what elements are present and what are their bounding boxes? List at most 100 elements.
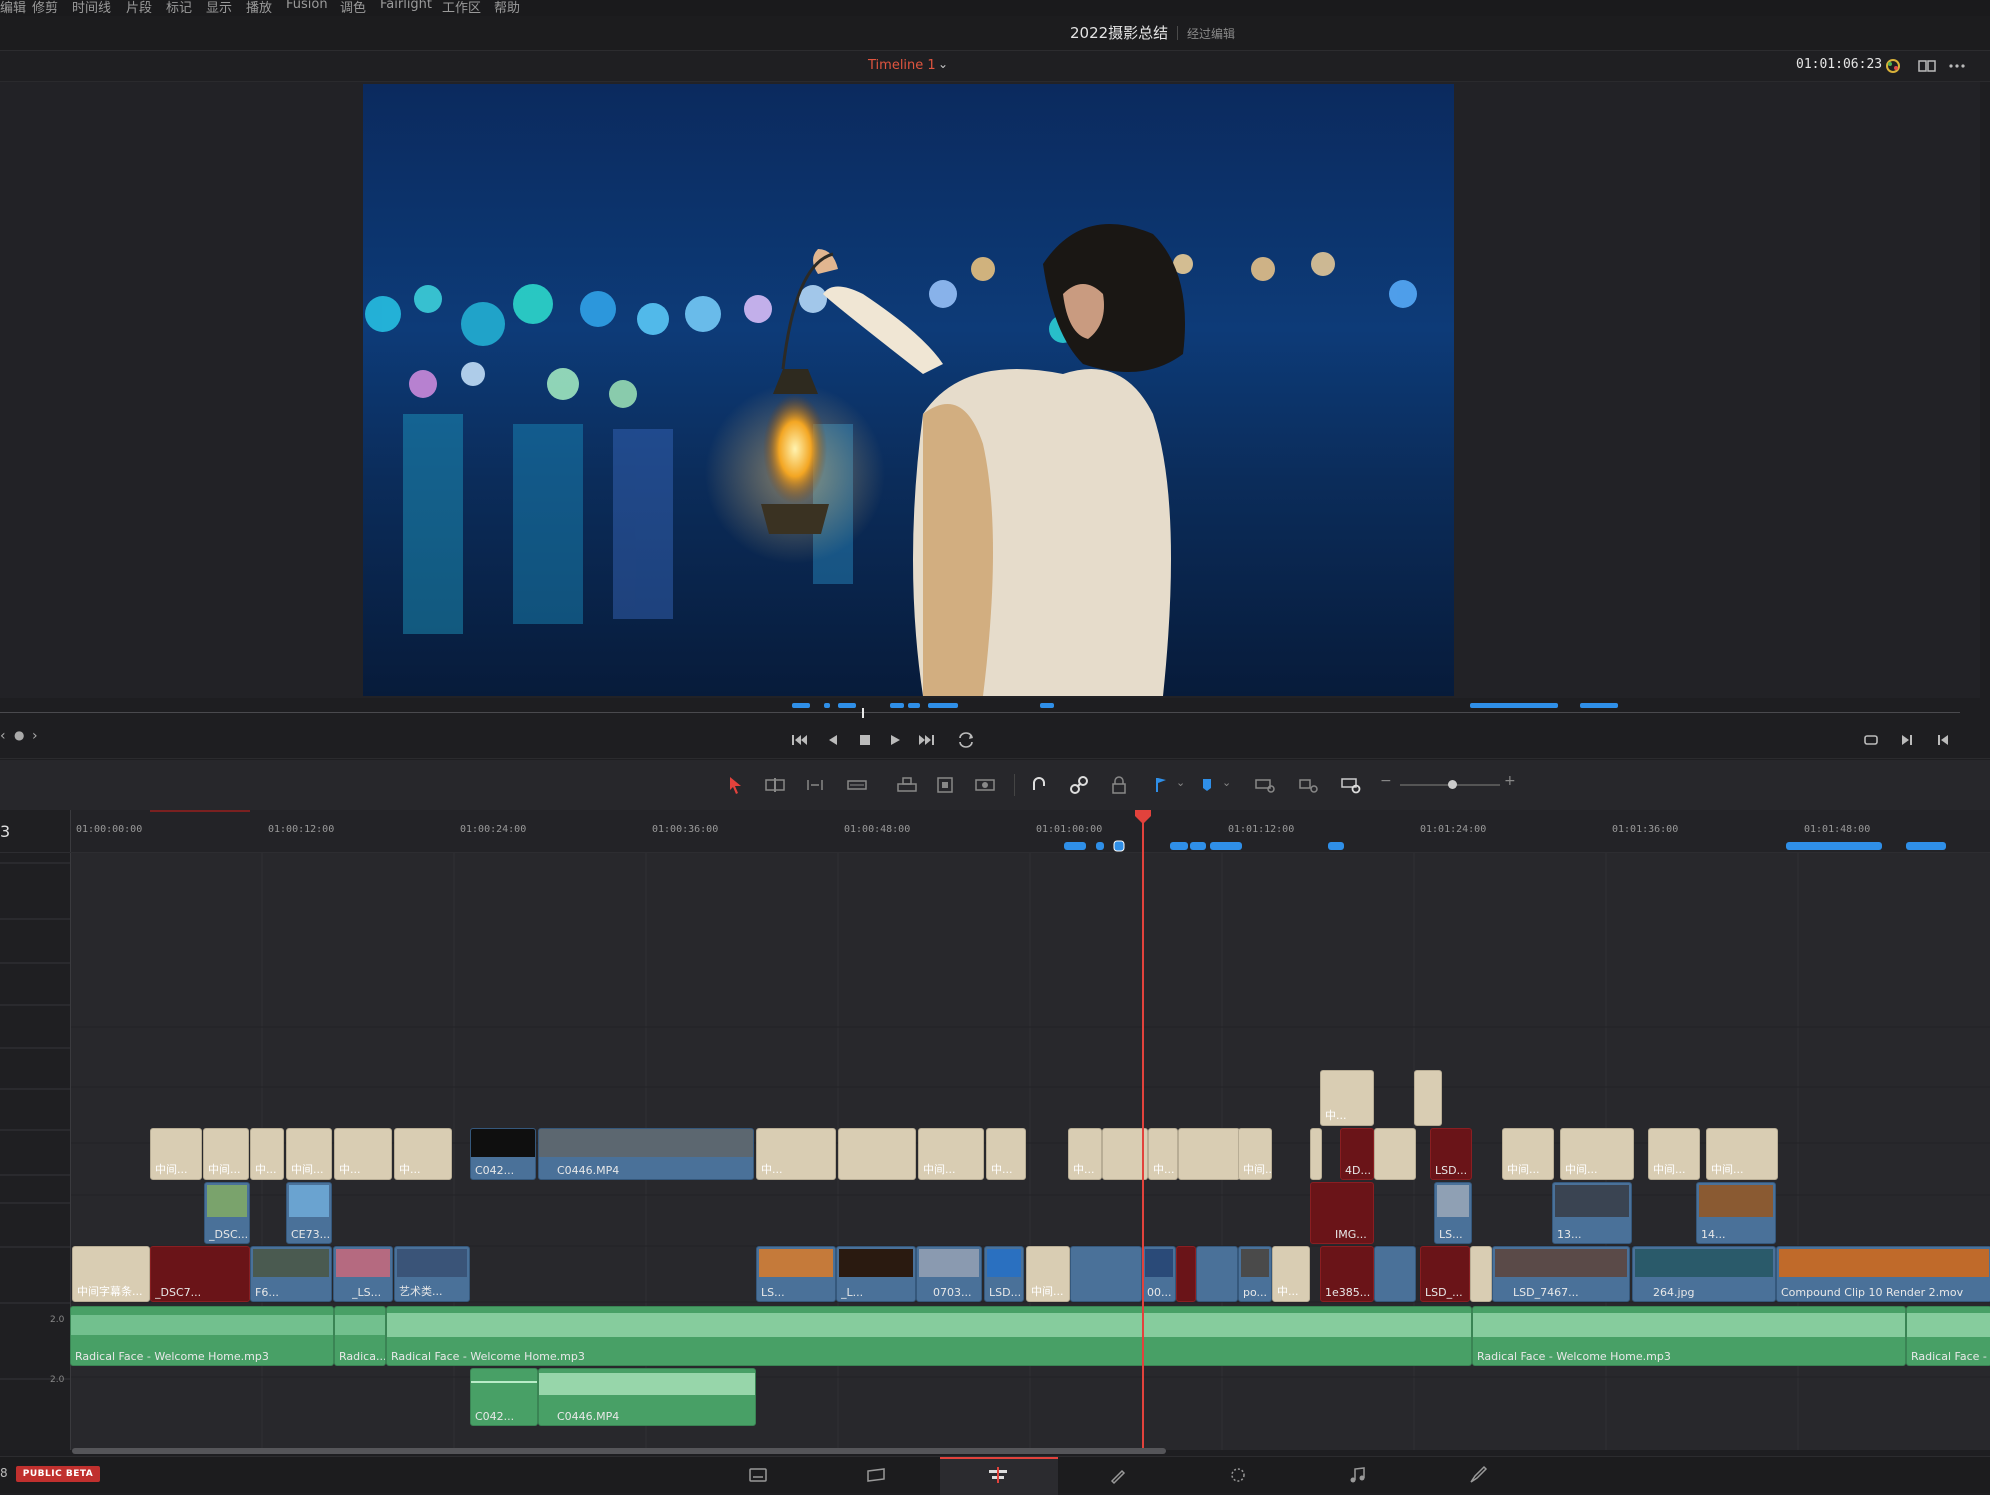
timeline-clip[interactable]: F6... [250,1246,332,1302]
timeline-clip[interactable] [1070,1246,1142,1302]
timeline-clip[interactable]: Compound Clip 10 Render 2.mov [1776,1246,1990,1302]
timeline-clip[interactable]: 中... [756,1128,836,1180]
timeline-clip[interactable] [1374,1128,1416,1180]
play-icon[interactable] [884,729,906,751]
chevron-down-icon[interactable]: ⌄ [938,57,948,71]
zoom-detail-icon[interactable] [1298,774,1320,796]
timeline-clip[interactable]: 0703... [916,1246,982,1302]
timeline-clip[interactable]: 中... [250,1128,284,1180]
timeline-selector[interactable]: Timeline 1 [868,58,936,73]
timeline-clip[interactable] [838,1128,916,1180]
menu-item-playback[interactable]: 播放 [246,0,272,16]
timeline-clip[interactable]: LSD... [984,1246,1024,1302]
timeline-clip[interactable] [1414,1070,1442,1126]
link-icon[interactable] [1068,774,1090,796]
timeline-clip[interactable]: 中... [1148,1128,1178,1180]
timeline-clip[interactable]: 中... [986,1128,1026,1180]
menu-item-clip[interactable]: 片段 [126,0,152,16]
snap-icon[interactable] [1028,774,1050,796]
timeline-clip[interactable]: 中间... [918,1128,984,1180]
flag-dropdown-chevron-icon[interactable]: ⌄ [1176,776,1185,789]
timeline-clip[interactable]: _DSC7... [150,1246,250,1302]
timeline-clip[interactable]: LSD_... [1420,1246,1470,1302]
timeline-clip[interactable]: LSD_7467... [1492,1246,1630,1302]
timeline-clip[interactable]: 中... [1068,1128,1102,1180]
menu-item-fairlight[interactable]: Fairlight [380,0,432,12]
timeline-clip[interactable]: 艺术类... [394,1246,470,1302]
menu-item-timeline[interactable]: 时间线 [72,0,111,16]
media-page-icon[interactable] [746,1463,770,1487]
color-page-icon[interactable] [1226,1463,1250,1487]
timeline-ruler[interactable]: 3 01:00:00:00 01:00:12:00 01:00:24:00 01… [0,810,1990,853]
menu-item-color[interactable]: 调色 [340,0,366,16]
viewer-frame[interactable] [363,84,1454,696]
menu-item-trim[interactable]: 修剪 [32,0,58,16]
audio-clip[interactable]: C0446.MP4 [538,1368,756,1426]
dual-viewer-icon[interactable] [1916,55,1938,77]
menu-item-fusion[interactable]: Fusion [286,0,328,12]
dynamic-trim-icon[interactable] [804,774,826,796]
audio-clip[interactable]: Radica... [334,1306,386,1366]
zoom-custom-icon[interactable] [1340,774,1362,796]
flag-icon[interactable] [1150,774,1172,796]
match-frame-icon[interactable] [1860,729,1882,751]
next-clip-small-icon[interactable]: › [32,728,38,744]
timeline-clip[interactable] [1196,1246,1238,1302]
timeline-clip[interactable]: 中间... [286,1128,332,1180]
timeline-clip[interactable] [1374,1246,1416,1302]
cut-page-icon[interactable] [864,1463,888,1487]
play-reverse-icon[interactable] [822,729,844,751]
zoom-full-icon[interactable] [1254,774,1276,796]
timeline-clip[interactable]: 264.jpg [1632,1246,1776,1302]
menu-item-workspace[interactable]: 工作区 [442,0,481,16]
timeline-clip[interactable]: 中间... [1648,1128,1700,1180]
zoom-in-icon[interactable]: + [1504,773,1516,789]
trim-icon[interactable] [764,774,786,796]
timeline-clip[interactable]: LS... [756,1246,836,1302]
audio-clip[interactable]: Radical Face - Welcome Home.mp3 [70,1306,334,1366]
timeline-clip[interactable] [1176,1246,1196,1302]
timeline-clip[interactable]: 中间... [150,1128,202,1180]
timeline-clip[interactable]: CE73... [286,1182,332,1244]
menu-item-edit[interactable]: 编辑 [0,0,26,16]
timeline-horizontal-scrollbar[interactable] [72,1448,1166,1454]
timeline-clip[interactable]: 中... [1272,1246,1310,1302]
timeline-clip[interactable]: IMG... [1310,1182,1374,1244]
timeline-clip[interactable] [1178,1128,1240,1180]
overwrite-icon[interactable] [934,774,956,796]
timeline-clip[interactable]: 中间... [203,1128,249,1180]
audio-clip[interactable]: Radical Face - Welcome Home.mp3 [386,1306,1472,1366]
playhead[interactable] [1142,812,1144,1449]
timeline-clip[interactable]: 中间... [1238,1128,1272,1180]
timeline-clip[interactable]: 中间... [1706,1128,1778,1180]
audio-clip[interactable]: C042... [470,1368,538,1426]
fusion-page-icon[interactable] [1106,1463,1130,1487]
timeline-clip[interactable]: 中间字幕条... [72,1246,150,1302]
audio-clip[interactable]: Radical Face - W [1906,1306,1990,1366]
timeline-clip[interactable]: 1e385... [1320,1246,1374,1302]
timeline-clip[interactable]: 中... [394,1128,452,1180]
replace-icon[interactable] [974,774,996,796]
menu-item-view[interactable]: 显示 [206,0,232,16]
zoom-slider-handle[interactable] [1448,780,1457,789]
timeline-clip[interactable]: 中间... [1026,1246,1070,1302]
timeline-clip[interactable]: _L... [836,1246,916,1302]
next-edit-icon[interactable] [1896,729,1918,751]
marker-dropdown-chevron-icon[interactable]: ⌄ [1222,776,1231,789]
timeline-clip[interactable]: _LS... [333,1246,393,1302]
timeline-clip[interactable] [1470,1246,1492,1302]
timeline-clip[interactable]: LSD... [1430,1128,1472,1180]
timeline-clip[interactable]: LS... [1434,1182,1472,1244]
timeline-clip[interactable]: 中... [334,1128,392,1180]
menu-item-mark[interactable]: 标记 [166,0,192,16]
zoom-out-icon[interactable]: − [1380,773,1392,789]
color-wheel-icon[interactable] [1882,55,1904,77]
menu-item-help[interactable]: 帮助 [494,0,520,16]
timeline-clip[interactable]: 中间... [1502,1128,1554,1180]
deliver-page-icon[interactable] [1466,1463,1490,1487]
selection-arrow-icon[interactable] [724,774,746,796]
stop-icon[interactable] [854,729,876,751]
fairlight-page-icon[interactable] [1346,1463,1370,1487]
lock-icon[interactable] [1108,774,1130,796]
viewer-scrubber[interactable] [0,700,1980,720]
